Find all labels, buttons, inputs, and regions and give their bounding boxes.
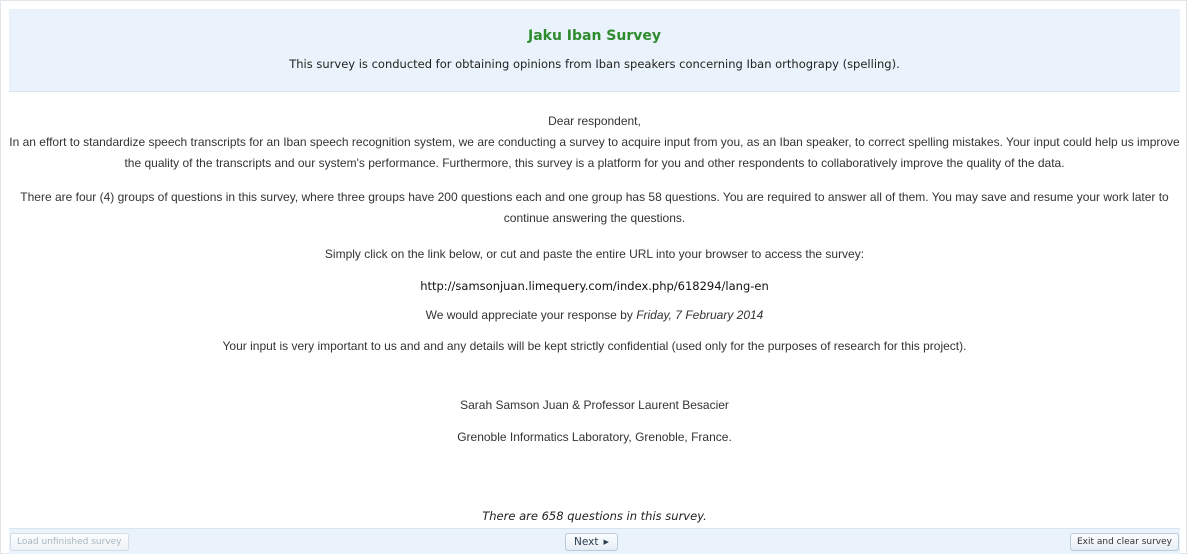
exit-and-clear-survey-button[interactable]: Exit and clear survey [1069,533,1179,551]
survey-url: http://samsonjuan.limequery.com/index.ph… [420,279,769,293]
triangle-right-icon: ▶ [603,538,609,546]
deadline-sentence: We would appreciate your response by Fri… [9,305,1180,326]
click-instruction: Simply click on the link below, or cut a… [324,247,865,261]
navigation-bar: Load unfinished survey Next ▶ Exit and cl… [9,528,1180,554]
load-unfinished-survey-button[interactable]: Load unfinished survey [10,533,129,551]
groups-paragraph: There are four (4) groups of questions i… [20,190,1169,225]
next-button-label: Next [574,536,599,548]
next-button[interactable]: Next ▶ [565,533,618,551]
survey-header: Jaku Iban Survey This survey is conducte… [9,9,1180,92]
greeting-text: Dear respondent, [548,114,641,128]
authors: Sarah Samson Juan & Professor Laurent Be… [460,398,729,412]
survey-title: Jaku Iban Survey [527,28,662,44]
confidential-note: Your input is very important to us and a… [222,339,967,353]
deadline-prefix: We would appreciate your response by [425,308,637,322]
intro-paragraph: In an effort to standardize speech trans… [9,135,1180,170]
survey-description: This survey is conducted for obtaining o… [289,57,900,71]
deadline-date: Friday, 7 February 2014 [636,308,764,322]
affiliation: Grenoble Informatics Laboratory, Grenobl… [457,430,732,444]
question-count: There are 658 questions in this survey. [482,509,707,523]
survey-page: Jaku Iban Survey This survey is conducte… [0,0,1187,554]
